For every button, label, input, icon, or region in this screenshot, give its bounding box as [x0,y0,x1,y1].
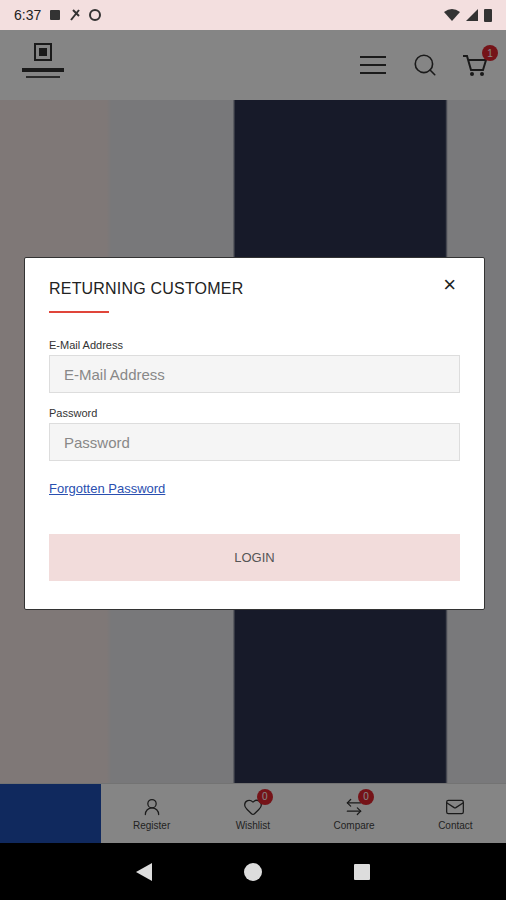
wifi-icon [444,9,460,21]
system-nav-bar [0,843,506,900]
battery-icon [484,8,492,22]
status-bar: 6:37 [0,0,506,30]
title-underline [49,311,109,313]
password-input[interactable] [49,423,460,461]
notification-icon [89,9,101,21]
signal-icon [466,9,478,21]
close-button[interactable]: × [439,274,460,296]
back-icon[interactable] [135,862,153,882]
field-label: Password [49,407,460,419]
login-button[interactable]: LOGIN [49,534,460,581]
page: 1Register0Wishlist0CompareContactRETURNI… [0,30,506,843]
email-input[interactable] [49,355,460,393]
field-label: E-Mail Address [49,339,460,351]
forgotten-password-link[interactable]: Forgotten Password [49,481,460,496]
notification-icon [49,9,61,21]
form-field: E-Mail Address [49,339,460,393]
screen: 6:37 1Register0Wishlist0CompareContactRET… [0,0,506,900]
status-time: 6:37 [14,7,41,23]
notification-icon [69,9,81,21]
home-icon[interactable] [243,862,263,882]
form-field: Password [49,407,460,461]
login-modal: RETURNING CUSTOMER × E-Mail Address Passwor… [24,257,485,610]
modal-title: RETURNING CUSTOMER [49,280,243,298]
recents-icon[interactable] [353,863,371,881]
